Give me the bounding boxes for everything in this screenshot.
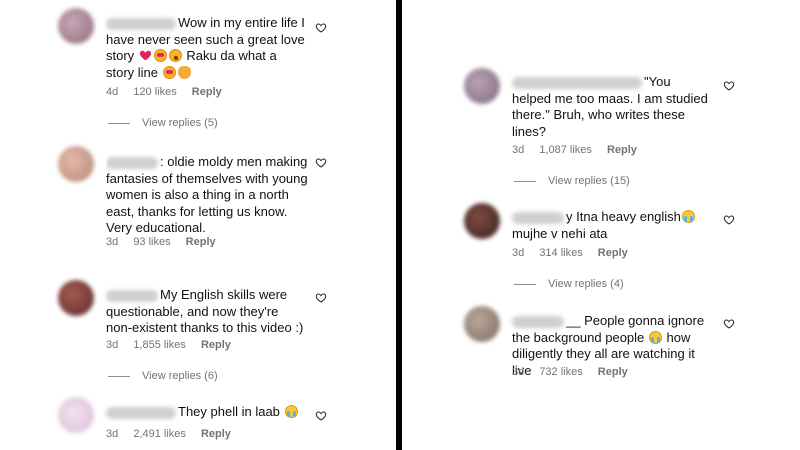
like-heart-icon[interactable] (315, 157, 327, 169)
avatar[interactable] (58, 397, 94, 433)
view-replies-button[interactable]: View replies (5) (108, 117, 218, 129)
timestamp: 3d (512, 144, 525, 156)
timestamp: 3d (512, 247, 525, 259)
reply-button[interactable]: Reply (607, 144, 637, 156)
comment-meta: 3d 732 likes Reply (512, 366, 640, 378)
like-heart-icon[interactable] (723, 214, 735, 226)
like-count[interactable]: 1,087 likes (539, 144, 592, 156)
like-heart-icon[interactable] (723, 80, 735, 92)
red-heart-emoji (139, 49, 152, 62)
reply-button[interactable]: Reply (186, 236, 216, 247)
like-count[interactable]: 2,491 likes (133, 428, 186, 440)
replies-line (108, 122, 130, 124)
avatar[interactable] (58, 8, 94, 44)
reply-button[interactable]: Reply (201, 428, 231, 440)
comment-text: My English skills were questionable, and… (106, 287, 304, 335)
heart-eyes-emoji (153, 49, 167, 62)
reply-button[interactable]: Reply (598, 366, 628, 378)
comment-text: "You helped me too maas. I am studied th… (512, 74, 708, 139)
center-divider (396, 0, 402, 450)
timestamp: 3d (512, 366, 525, 378)
like-count[interactable]: 732 likes (539, 366, 582, 378)
astonished-emoji (168, 49, 182, 62)
comment-meta: 4d 120 likes Reply (106, 86, 234, 98)
comment-meta: 3d 2,491 likes Reply (106, 428, 243, 440)
username[interactable] (512, 211, 564, 224)
heart-eyes-emoji (162, 65, 176, 79)
avatar[interactable] (58, 146, 94, 182)
view-replies-button[interactable]: View replies (15) (514, 175, 630, 187)
username[interactable] (106, 17, 176, 30)
username[interactable] (106, 406, 176, 419)
loudly-crying-emoji (284, 405, 298, 418)
replies-line (108, 375, 130, 377)
timestamp: 3d (106, 236, 119, 247)
view-replies-button[interactable]: View replies (4) (514, 278, 624, 290)
reply-button[interactable]: Reply (201, 339, 231, 351)
timestamp: 3d (106, 428, 119, 440)
timestamp: 3d (106, 339, 119, 351)
comment-text: Wow in my entire life I have never seen … (106, 15, 305, 80)
replies-line (514, 283, 536, 285)
comment-meta: 3d 93 likes Reply (106, 236, 228, 247)
username[interactable] (106, 289, 158, 302)
username[interactable] (512, 76, 642, 89)
avatar[interactable] (464, 306, 500, 342)
username[interactable] (106, 156, 158, 169)
avatar[interactable] (58, 280, 94, 316)
replies-line (514, 180, 536, 182)
like-heart-icon[interactable] (723, 318, 735, 330)
username[interactable] (512, 315, 564, 328)
clapping-hands-emoji (177, 65, 191, 79)
loudly-crying-emoji (681, 210, 695, 223)
comment-meta: 3d 314 likes Reply (512, 247, 640, 259)
timestamp: 4d (106, 86, 119, 98)
comment-text: y Itna heavy english mujhe v nehi ata (512, 209, 717, 242)
like-count[interactable]: 93 likes (133, 236, 170, 247)
comment-meta: 3d 1,855 likes Reply (106, 339, 243, 351)
comment-text: : oldie moldy men making fantasies of th… (106, 154, 308, 235)
like-count[interactable]: 120 likes (133, 86, 176, 98)
like-heart-icon[interactable] (315, 22, 327, 34)
reply-button[interactable]: Reply (598, 247, 628, 259)
avatar[interactable] (464, 203, 500, 239)
like-heart-icon[interactable] (315, 410, 327, 422)
like-count[interactable]: 1,855 likes (133, 339, 186, 351)
reply-button[interactable]: Reply (192, 86, 222, 98)
like-heart-icon[interactable] (315, 292, 327, 304)
comment-text: They phell in laab (106, 404, 311, 421)
view-replies-button[interactable]: View replies (6) (108, 370, 218, 382)
like-count[interactable]: 314 likes (539, 247, 582, 259)
comment-meta: 3d 1,087 likes Reply (512, 144, 649, 156)
avatar[interactable] (464, 68, 500, 104)
loudly-crying-emoji (648, 330, 662, 344)
